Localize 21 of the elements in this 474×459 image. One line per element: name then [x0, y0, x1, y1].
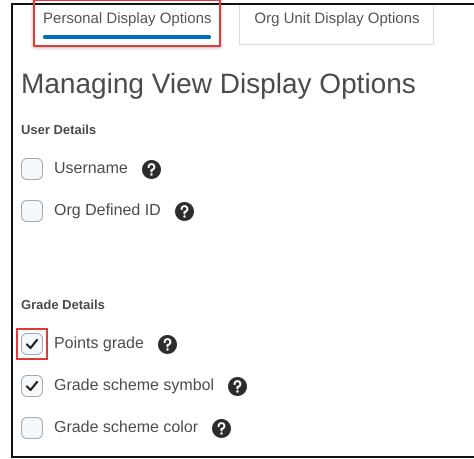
checkbox[interactable] — [21, 375, 43, 397]
page-title: Managing View Display Options — [21, 68, 417, 100]
checkmark-icon — [25, 380, 39, 392]
help-icon[interactable] — [158, 334, 177, 354]
help-icon[interactable] — [142, 160, 161, 178]
checkbox[interactable] — [21, 158, 43, 180]
tab[interactable]: Org Unit Display Options — [239, 5, 434, 45]
help-icon[interactable] — [212, 418, 232, 438]
option-label: Points grade — [54, 335, 144, 353]
section-heading: User Details — [21, 122, 96, 137]
help-icon[interactable] — [228, 376, 248, 396]
option-label: Grade scheme color — [54, 419, 198, 437]
checkbox[interactable] — [21, 333, 43, 355]
checkbox[interactable] — [21, 200, 43, 222]
checkmark-icon — [25, 338, 39, 350]
checkbox[interactable] — [21, 417, 43, 439]
option-label: Org Defined ID — [54, 202, 161, 220]
section-heading: Grade Details — [21, 297, 105, 312]
option-label: Grade scheme symbol — [54, 377, 214, 395]
option-label: Username — [54, 160, 128, 178]
help-icon[interactable] — [174, 202, 194, 220]
